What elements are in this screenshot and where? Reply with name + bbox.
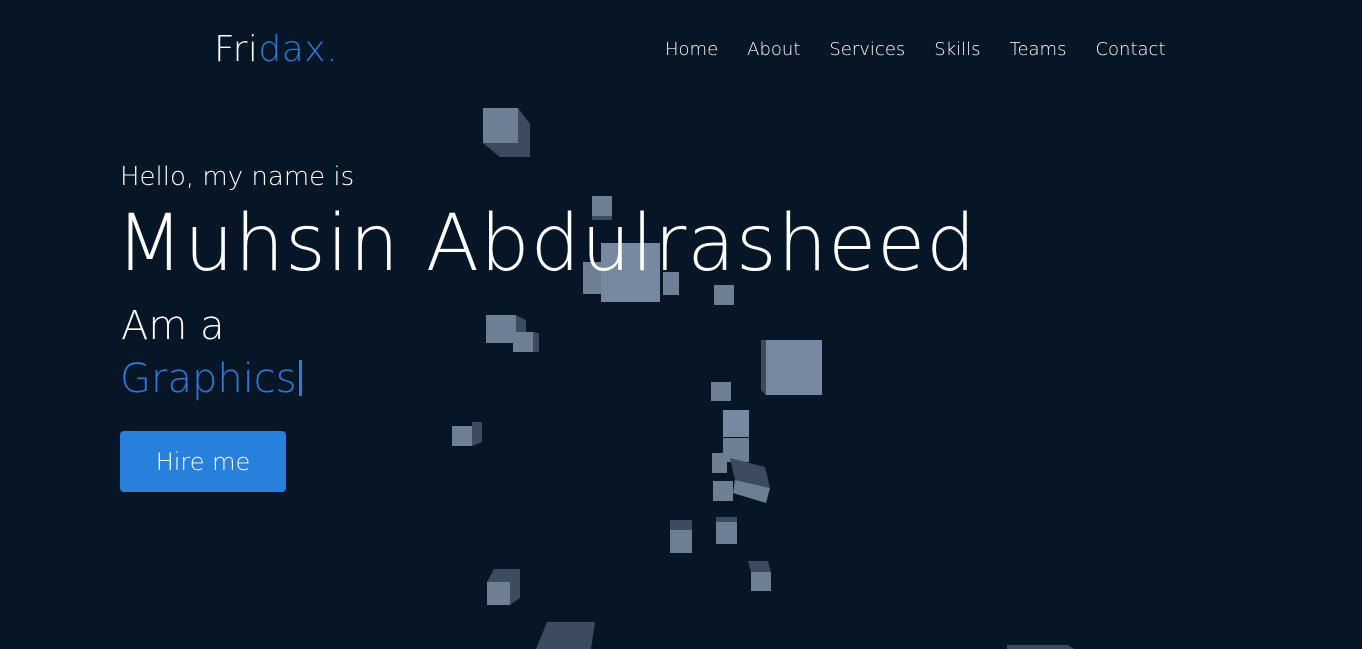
cube (452, 422, 482, 446)
typing-cursor (298, 360, 302, 396)
cube (536, 622, 595, 649)
cube (761, 340, 822, 395)
cube (1007, 645, 1074, 649)
hero-intro: Am a (121, 303, 225, 349)
cube (748, 561, 771, 591)
cube (513, 332, 539, 352)
cube (711, 382, 731, 401)
cube (483, 108, 530, 157)
cube (670, 520, 692, 553)
hero-role: Graphics (120, 356, 297, 402)
hero-greeting: Hello, my name is (120, 162, 355, 192)
page: Fridax. Home About Services Skills Teams… (0, 0, 1362, 649)
hire-me-button[interactable]: Hire me (120, 431, 286, 492)
hero-name: Muhsin Abdulrasheed (116, 199, 977, 289)
cube (487, 569, 520, 605)
hero-role-typing: Graphics (120, 355, 302, 403)
cube (716, 517, 737, 544)
